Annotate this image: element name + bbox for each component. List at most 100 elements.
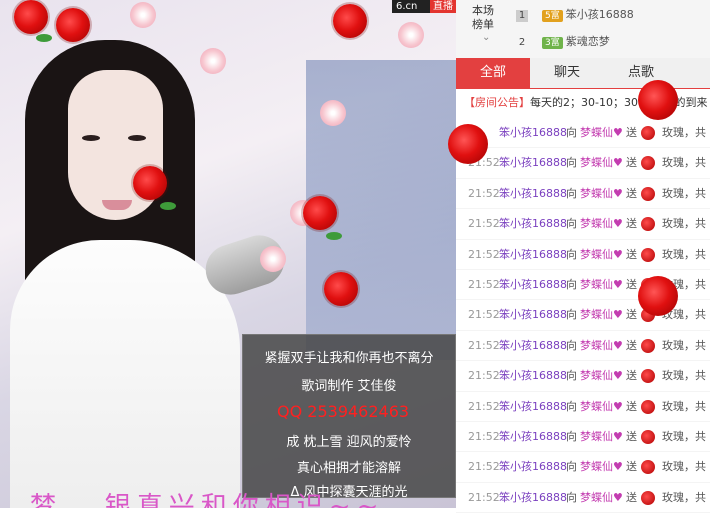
rank-entry[interactable]: 1 5富 笨小孩16888 — [516, 6, 634, 22]
msg-target[interactable]: 梦蝶仙♥ — [580, 148, 623, 177]
rose-icon — [133, 166, 167, 200]
rose-icon — [56, 8, 90, 42]
lyric-line: 紧握双手让我和你再也不离分 — [264, 351, 434, 366]
rank-board: 本场榜单 ⌄ 1 5富 笨小孩16888 2 3富 紫魂恋梦 — [456, 0, 710, 58]
msg-user[interactable]: 笨小孩16888 — [499, 422, 567, 451]
leaf-icon — [326, 232, 342, 240]
msg-user[interactable]: 笨小孩16888 — [499, 179, 567, 208]
rose-icon — [641, 156, 655, 171]
live-video[interactable]: 6.cn 直播 紧握双手让我和你再也不离分 歌词制作 艾佳俊 QQ 253946… — [0, 0, 456, 508]
chevron-down-icon[interactable]: ⌄ — [482, 32, 490, 43]
msg-target[interactable]: 梦蝶仙♥ — [580, 422, 623, 451]
msg-user[interactable]: 笨小孩16888 — [499, 209, 567, 238]
msg-time: 21:52 — [468, 277, 500, 291]
list-item: 21:52 笨小孩16888 向梦蝶仙♥ 送玫瑰，共 — [456, 148, 710, 179]
rank-user: 笨小孩16888 — [565, 8, 634, 21]
msg-verb: 送 — [626, 156, 637, 170]
msg-user[interactable]: 笨小孩16888 — [499, 331, 567, 360]
lyric-qq: QQ 2539462463 — [277, 402, 410, 421]
rose-icon — [641, 186, 655, 201]
chat-tabs: 全部 聊天 点歌 — [456, 58, 710, 89]
msg-target[interactable]: 梦蝶仙♥ — [580, 209, 623, 238]
rose-icon — [641, 369, 655, 384]
msg-to: 向 — [566, 277, 577, 291]
msg-gift: 玫瑰，共 — [662, 126, 706, 139]
msg-target[interactable]: 梦蝶仙♥ — [580, 452, 623, 481]
msg-user[interactable]: 笨小孩16888 — [499, 452, 567, 481]
msg-user[interactable]: 笨小孩16888 — [499, 148, 567, 177]
leaf-icon — [36, 34, 52, 42]
site-logo-text: 6.cn — [396, 1, 418, 12]
msg-gift: 玫瑰，共 — [662, 217, 706, 231]
message-list: 笨小孩16888 向梦蝶仙♥ 送玫瑰，共 21:52 笨小孩16888 向梦蝶仙♥ 送玫瑰… — [456, 118, 710, 513]
msg-user[interactable]: 笨小孩16888 — [499, 118, 567, 147]
tab-chat[interactable]: 聊天 — [530, 58, 604, 88]
msg-user[interactable]: 笨小孩16888 — [499, 240, 567, 269]
list-item: 21:52 笨小孩16888 向梦蝶仙♥ 送玫瑰，共 — [456, 452, 710, 483]
msg-verb: 送 — [626, 186, 637, 200]
msg-time: 21:52 — [468, 369, 500, 383]
msg-gift: 玫瑰，共 — [662, 247, 706, 261]
tab-all[interactable]: 全部 — [456, 58, 530, 88]
rose-icon — [641, 490, 655, 505]
msg-target[interactable]: 梦蝶仙♥ — [580, 179, 623, 208]
rose-icon — [641, 217, 655, 232]
blossom-decoration — [398, 22, 424, 48]
msg-verb: 送 — [626, 399, 637, 413]
blossom-decoration — [260, 246, 286, 272]
msg-to: 向 — [566, 156, 577, 170]
notice-text: 每天的2；30-10；30 欢迎你的到来 欢迎你的 — [530, 96, 708, 109]
msg-user[interactable]: 笨小孩16888 — [499, 392, 567, 421]
msg-to: 向 — [566, 126, 577, 139]
msg-verb: 送 — [626, 429, 637, 443]
list-item: 笨小孩16888 向梦蝶仙♥ 送 玫瑰，共 — [456, 118, 710, 149]
blossom-decoration — [200, 48, 226, 74]
live-badge: 直播 — [430, 0, 456, 13]
list-item: 21:52 笨小孩16888 向梦蝶仙♥ 送玫瑰，共 — [456, 392, 710, 422]
leaf-icon — [160, 202, 176, 210]
msg-to: 向 — [566, 186, 577, 200]
rose-icon — [638, 276, 678, 316]
msg-verb: 送 — [626, 460, 637, 474]
msg-time: 21:52 — [468, 247, 500, 261]
msg-target[interactable]: 梦蝶仙♥ — [580, 300, 623, 329]
msg-target[interactable]: 梦蝶仙♥ — [580, 118, 623, 147]
msg-target[interactable]: 梦蝶仙♥ — [580, 240, 623, 269]
msg-verb: 送 — [626, 369, 637, 383]
rank-number: 2 — [518, 37, 526, 48]
msg-verb: 送 — [626, 247, 637, 261]
msg-to: 向 — [566, 217, 577, 231]
list-item: 21:52 笨小孩16888 向梦蝶仙♥ 送玫瑰，共 — [456, 179, 710, 210]
msg-gift: 玫瑰，共 — [662, 338, 706, 352]
wealth-badge: 3富 — [542, 37, 563, 49]
msg-target[interactable]: 梦蝶仙♥ — [580, 361, 623, 390]
msg-user[interactable]: 笨小孩16888 — [499, 300, 567, 329]
msg-to: 向 — [566, 399, 577, 413]
chat-panel: 本场榜单 ⌄ 1 5富 笨小孩16888 2 3富 紫魂恋梦 全部 聊天 点歌 【房间公… — [448, 0, 710, 513]
msg-to: 向 — [566, 369, 577, 383]
msg-target[interactable]: 梦蝶仙♥ — [580, 392, 623, 421]
list-item: 21:52 笨小孩16888 向梦蝶仙♥ 送玫瑰，共 — [456, 422, 710, 453]
msg-target[interactable]: 梦蝶仙♥ — [580, 331, 623, 360]
msg-verb: 送 — [626, 217, 637, 231]
rank-user: 紫魂恋梦 — [565, 35, 610, 48]
msg-gift: 玫瑰，共 — [662, 399, 706, 413]
msg-to: 向 — [566, 308, 577, 322]
msg-time: 21:52 — [468, 217, 500, 231]
msg-verb: 送 — [626, 308, 637, 322]
msg-gift: 玫瑰，共 — [662, 460, 706, 474]
rank-number: 1 — [516, 10, 528, 22]
list-item: 21:52 笨小孩16888 向梦蝶仙♥ 送玫瑰，共 — [456, 240, 710, 270]
msg-verb: 送 — [626, 338, 637, 352]
rank-entry[interactable]: 2 3富 紫魂恋梦 — [516, 33, 610, 49]
rose-icon — [324, 272, 358, 306]
msg-user[interactable]: 笨小孩16888 — [499, 361, 567, 390]
blossom-decoration — [130, 2, 156, 28]
notice-head: 【房间公告】 — [464, 96, 530, 109]
msg-time: 21:52 — [468, 429, 500, 443]
msg-to: 向 — [566, 338, 577, 352]
msg-target[interactable]: 梦蝶仙♥ — [580, 270, 623, 299]
msg-user[interactable]: 笨小孩16888 — [499, 270, 567, 299]
msg-to: 向 — [566, 429, 577, 443]
rose-icon — [641, 247, 655, 262]
